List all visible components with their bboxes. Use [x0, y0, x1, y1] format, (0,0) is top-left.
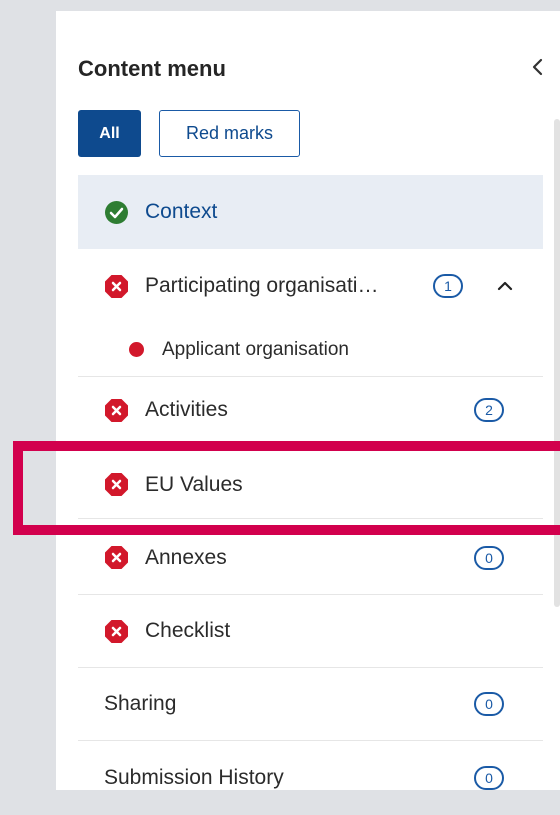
- menu-item-label: Sharing: [104, 692, 177, 715]
- background-top: [56, 0, 560, 11]
- menu-item-label: Participating organisati…: [145, 274, 379, 297]
- error-octagon-icon: [105, 398, 128, 422]
- menu-item-label: Annexes: [145, 545, 227, 569]
- menu-item-sharing[interactable]: Sharing 0: [78, 668, 543, 741]
- error-octagon-icon: [105, 619, 128, 643]
- menu-item-participating-organisations[interactable]: Participating organisati… 1: [78, 249, 543, 323]
- menu-item-eu-values[interactable]: EU Values: [78, 451, 543, 519]
- count-badge: 0: [474, 766, 504, 790]
- menu-item-label: Activities: [145, 398, 228, 421]
- menu-subitem-label: Applicant organisation: [162, 338, 349, 360]
- count-badge: 0: [474, 545, 504, 570]
- check-circle-icon: [105, 200, 128, 224]
- error-octagon-icon: [105, 473, 128, 496]
- menu-item-annexes[interactable]: Annexes 0: [78, 521, 543, 595]
- menu-item-label: Submission History: [104, 766, 284, 789]
- chevron-left-icon: [532, 58, 543, 76]
- filter-all-button[interactable]: All: [78, 110, 141, 157]
- count-badge: 1: [433, 274, 463, 298]
- scrollbar[interactable]: [554, 119, 560, 607]
- menu-subitem-applicant-organisation[interactable]: Applicant organisation: [78, 323, 543, 377]
- chevron-up-icon[interactable]: [494, 275, 516, 297]
- menu-item-label: Checklist: [145, 619, 231, 642]
- error-octagon-icon: [105, 274, 128, 298]
- count-badge: 0: [474, 692, 504, 716]
- filter-red-marks-button[interactable]: Red marks: [159, 110, 300, 157]
- menu-item-activities[interactable]: Activities 2: [78, 377, 543, 444]
- background-left: [0, 0, 56, 790]
- menu-item-context[interactable]: Context: [78, 175, 543, 249]
- count-badge: 2: [474, 398, 504, 422]
- panel-title: Content menu: [78, 56, 226, 81]
- menu-item-label: Context: [145, 200, 218, 223]
- error-octagon-icon: [105, 546, 128, 569]
- menu-item-label: EU Values: [145, 472, 243, 496]
- red-dot-icon: [129, 342, 144, 357]
- menu-item-checklist[interactable]: Checklist: [78, 595, 543, 668]
- collapse-panel-button[interactable]: [526, 55, 550, 79]
- content-menu-panel: Content menu All Red marks Context Parti…: [56, 11, 560, 790]
- menu-item-submission-history[interactable]: Submission History 0: [78, 741, 543, 815]
